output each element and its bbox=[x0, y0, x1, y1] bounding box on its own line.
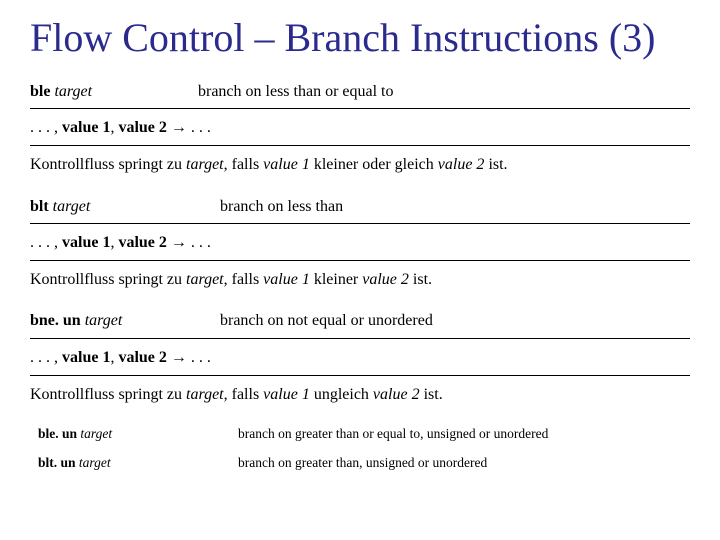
opcode-desc: branch on not equal or unordered bbox=[220, 310, 690, 332]
instruction-section: blt target branch on less than . . . , v… bbox=[30, 196, 690, 291]
small-instruction-list: ble. un target branch on greater than or… bbox=[30, 425, 690, 473]
separator bbox=[30, 145, 690, 146]
explanation: Kontrollfluss springt zu target, falls v… bbox=[30, 269, 690, 291]
opcode-desc: branch on greater than, unsigned or unor… bbox=[238, 454, 690, 473]
explanation: Kontrollfluss springt zu target, falls v… bbox=[30, 154, 690, 176]
opcode-arg: target bbox=[54, 83, 92, 100]
small-instruction-row: blt. un target branch on greater than, u… bbox=[38, 454, 690, 473]
opcode-desc: branch on less than bbox=[220, 196, 690, 218]
opcode-desc: branch on greater than or equal to, unsi… bbox=[238, 425, 690, 444]
opcode: ble. un bbox=[38, 426, 77, 441]
stack-transition: . . . , value 1, value 2 → . . . bbox=[30, 117, 690, 139]
opcode-arg: target bbox=[79, 455, 111, 470]
opcode-cell: ble target bbox=[30, 81, 198, 103]
small-instruction-row: ble. un target branch on greater than or… bbox=[38, 425, 690, 444]
opcode-cell: blt target bbox=[30, 196, 220, 218]
instruction-section: ble target branch on less than or equal … bbox=[30, 81, 690, 176]
opcode-arg: target bbox=[85, 312, 123, 329]
separator bbox=[30, 108, 690, 109]
page-title: Flow Control – Branch Instructions (3) bbox=[30, 16, 690, 61]
stack-transition: . . . , value 1, value 2 → . . . bbox=[30, 347, 690, 369]
separator bbox=[30, 223, 690, 224]
opcode-cell: bne. un target bbox=[30, 310, 220, 332]
separator bbox=[30, 260, 690, 261]
separator bbox=[30, 375, 690, 376]
opcode: ble bbox=[30, 83, 50, 100]
opcode-cell: ble. un target bbox=[38, 425, 238, 444]
slide: Flow Control – Branch Instructions (3) b… bbox=[0, 0, 720, 540]
instruction-section: bne. un target branch on not equal or un… bbox=[30, 310, 690, 405]
opcode: bne. un bbox=[30, 312, 81, 329]
separator bbox=[30, 338, 690, 339]
instruction-row: blt target branch on less than bbox=[30, 196, 690, 218]
explanation: Kontrollfluss springt zu target, falls v… bbox=[30, 384, 690, 406]
stack-transition: . . . , value 1, value 2 → . . . bbox=[30, 232, 690, 254]
instruction-row: ble target branch on less than or equal … bbox=[30, 81, 690, 103]
opcode-cell: blt. un target bbox=[38, 454, 238, 473]
instruction-row: bne. un target branch on not equal or un… bbox=[30, 310, 690, 332]
opcode-desc: branch on less than or equal to bbox=[198, 81, 690, 103]
opcode: blt. un bbox=[38, 455, 76, 470]
opcode-arg: target bbox=[80, 426, 112, 441]
opcode-arg: target bbox=[53, 198, 91, 215]
opcode: blt bbox=[30, 198, 49, 215]
